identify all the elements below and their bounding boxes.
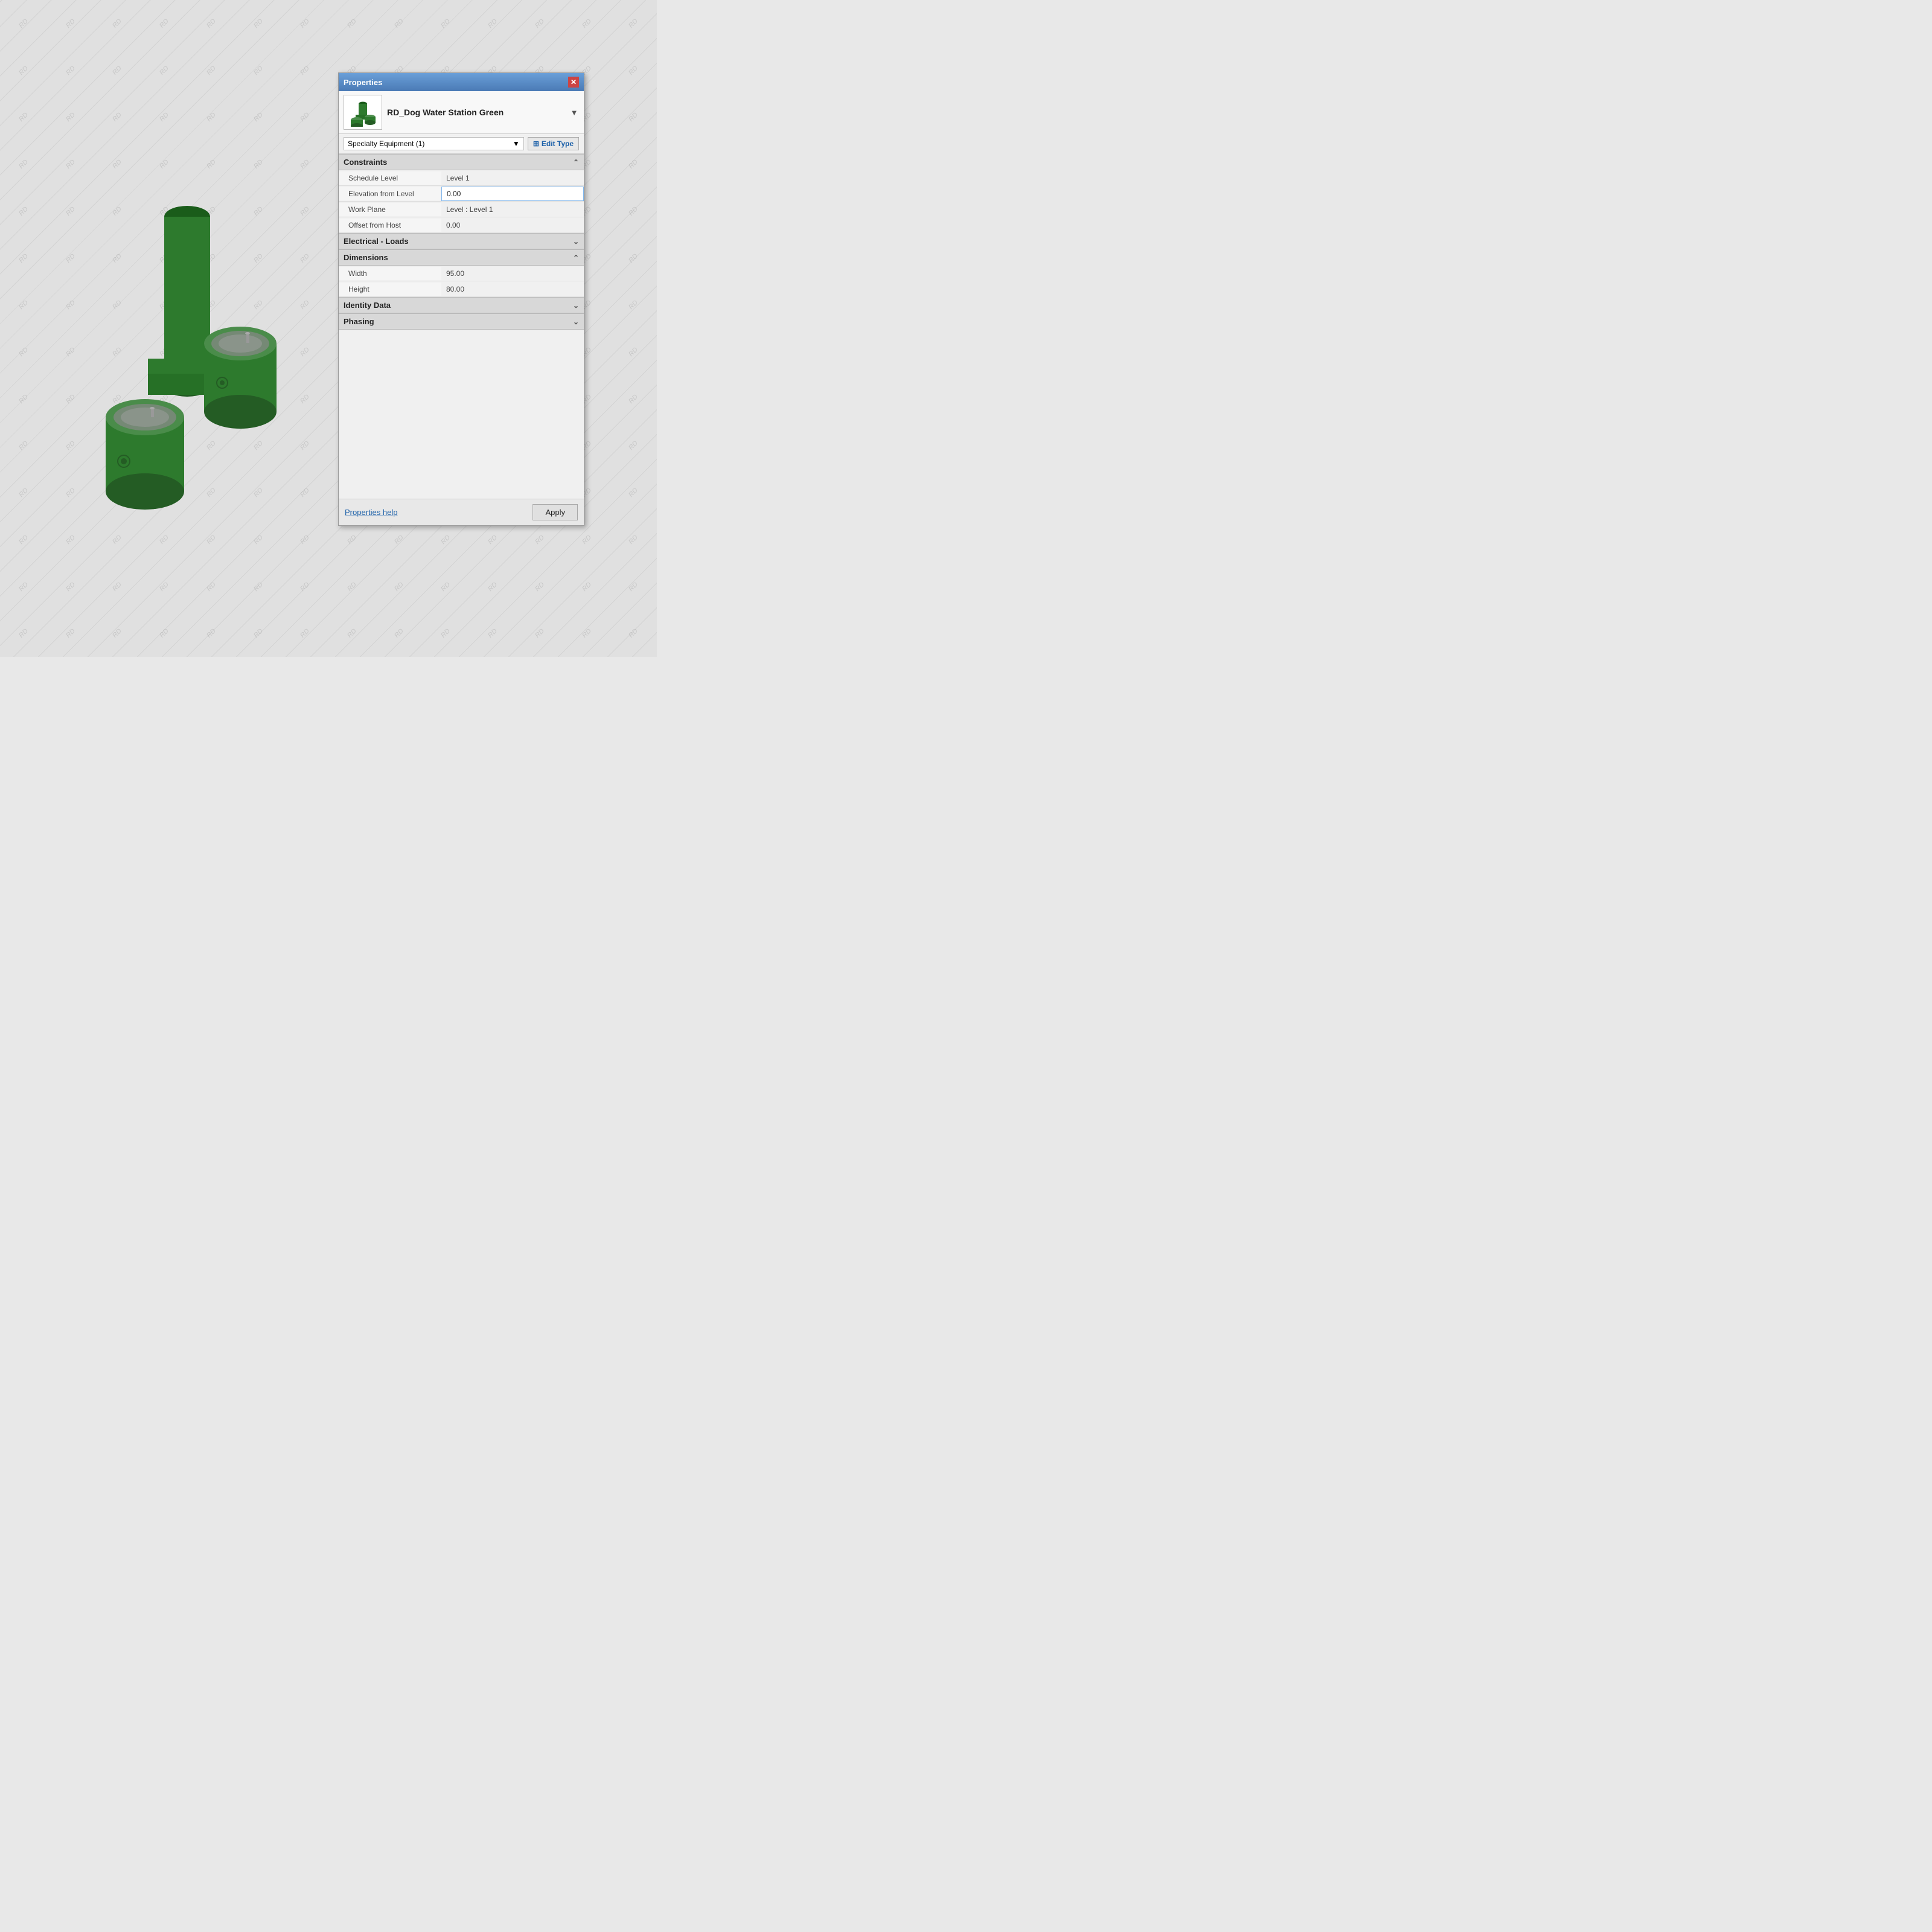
constraints-section-header[interactable]: Constraints ⌃ xyxy=(339,154,584,170)
constraints-label: Constraints xyxy=(344,158,387,167)
elevation-from-level-value[interactable]: 0.00 xyxy=(441,187,584,201)
panel-titlebar: Properties ✕ xyxy=(339,73,584,91)
height-row: Height 80.00 xyxy=(339,281,584,297)
identity-data-label: Identity Data xyxy=(344,301,391,310)
schedule-level-row: Schedule Level Level 1 xyxy=(339,170,584,186)
schedule-level-label: Schedule Level xyxy=(339,171,441,185)
width-label: Width xyxy=(339,267,441,280)
work-plane-row: Work Plane Level : Level 1 xyxy=(339,202,584,217)
offset-from-host-label: Offset from Host xyxy=(339,219,441,232)
electrical-loads-chevron: ⌄ xyxy=(573,237,579,246)
model-viewport xyxy=(0,0,362,657)
type-dropdown[interactable]: Specialty Equipment (1) ▼ xyxy=(344,137,524,150)
dimensions-chevron: ⌃ xyxy=(573,254,579,262)
schedule-level-value: Level 1 xyxy=(441,171,584,185)
edit-type-label: Edit Type xyxy=(542,139,574,148)
family-icon-box xyxy=(344,95,382,130)
electrical-loads-label: Electrical - Loads xyxy=(344,237,409,246)
electrical-loads-section-header[interactable]: Electrical - Loads ⌄ xyxy=(339,233,584,249)
offset-from-host-value: 0.00 xyxy=(441,219,584,232)
panel-footer: Properties help Apply xyxy=(339,499,584,525)
family-header: RD_Dog Water Station Green ▼ xyxy=(339,91,584,134)
height-label: Height xyxy=(339,283,441,296)
edit-type-button[interactable]: ⊞ Edit Type xyxy=(528,137,579,150)
identity-data-chevron: ⌄ xyxy=(573,301,579,310)
phasing-label: Phasing xyxy=(344,317,374,326)
width-value: 95.00 xyxy=(441,267,584,280)
identity-data-section-header[interactable]: Identity Data ⌄ xyxy=(339,297,584,313)
model-svg xyxy=(30,117,332,540)
height-value: 80.00 xyxy=(441,283,584,296)
family-name: RD_Dog Water Station Green xyxy=(387,107,565,117)
panel-title: Properties xyxy=(344,78,382,87)
offset-from-host-row: Offset from Host 0.00 xyxy=(339,217,584,233)
work-plane-value: Level : Level 1 xyxy=(441,203,584,216)
phasing-section-header[interactable]: Phasing ⌄ xyxy=(339,313,584,330)
properties-help-link[interactable]: Properties help xyxy=(345,508,397,517)
family-dropdown-arrow[interactable]: ▼ xyxy=(569,107,579,117)
empty-panel-area xyxy=(339,330,584,499)
dimensions-section-header[interactable]: Dimensions ⌃ xyxy=(339,249,584,266)
properties-panel: Properties ✕ RD_Dog Water Station Green … xyxy=(338,72,584,526)
family-icon-svg xyxy=(347,98,379,127)
panel-close-button[interactable]: ✕ xyxy=(568,77,579,88)
type-dropdown-arrow: ▼ xyxy=(513,139,520,148)
watermark-cell: RD xyxy=(600,600,657,657)
width-row: Width 95.00 xyxy=(339,266,584,281)
edit-type-icon: ⊞ xyxy=(533,139,539,148)
phasing-chevron: ⌄ xyxy=(573,318,579,326)
apply-button[interactable]: Apply xyxy=(533,504,578,520)
elevation-from-level-row: Elevation from Level 0.00 xyxy=(339,186,584,202)
work-plane-label: Work Plane xyxy=(339,203,441,216)
constraints-chevron: ⌃ xyxy=(573,158,579,167)
dimensions-label: Dimensions xyxy=(344,253,388,262)
type-dropdown-label: Specialty Equipment (1) xyxy=(348,139,424,148)
type-selector-row: Specialty Equipment (1) ▼ ⊞ Edit Type xyxy=(339,134,584,154)
elevation-from-level-label: Elevation from Level xyxy=(339,187,441,200)
